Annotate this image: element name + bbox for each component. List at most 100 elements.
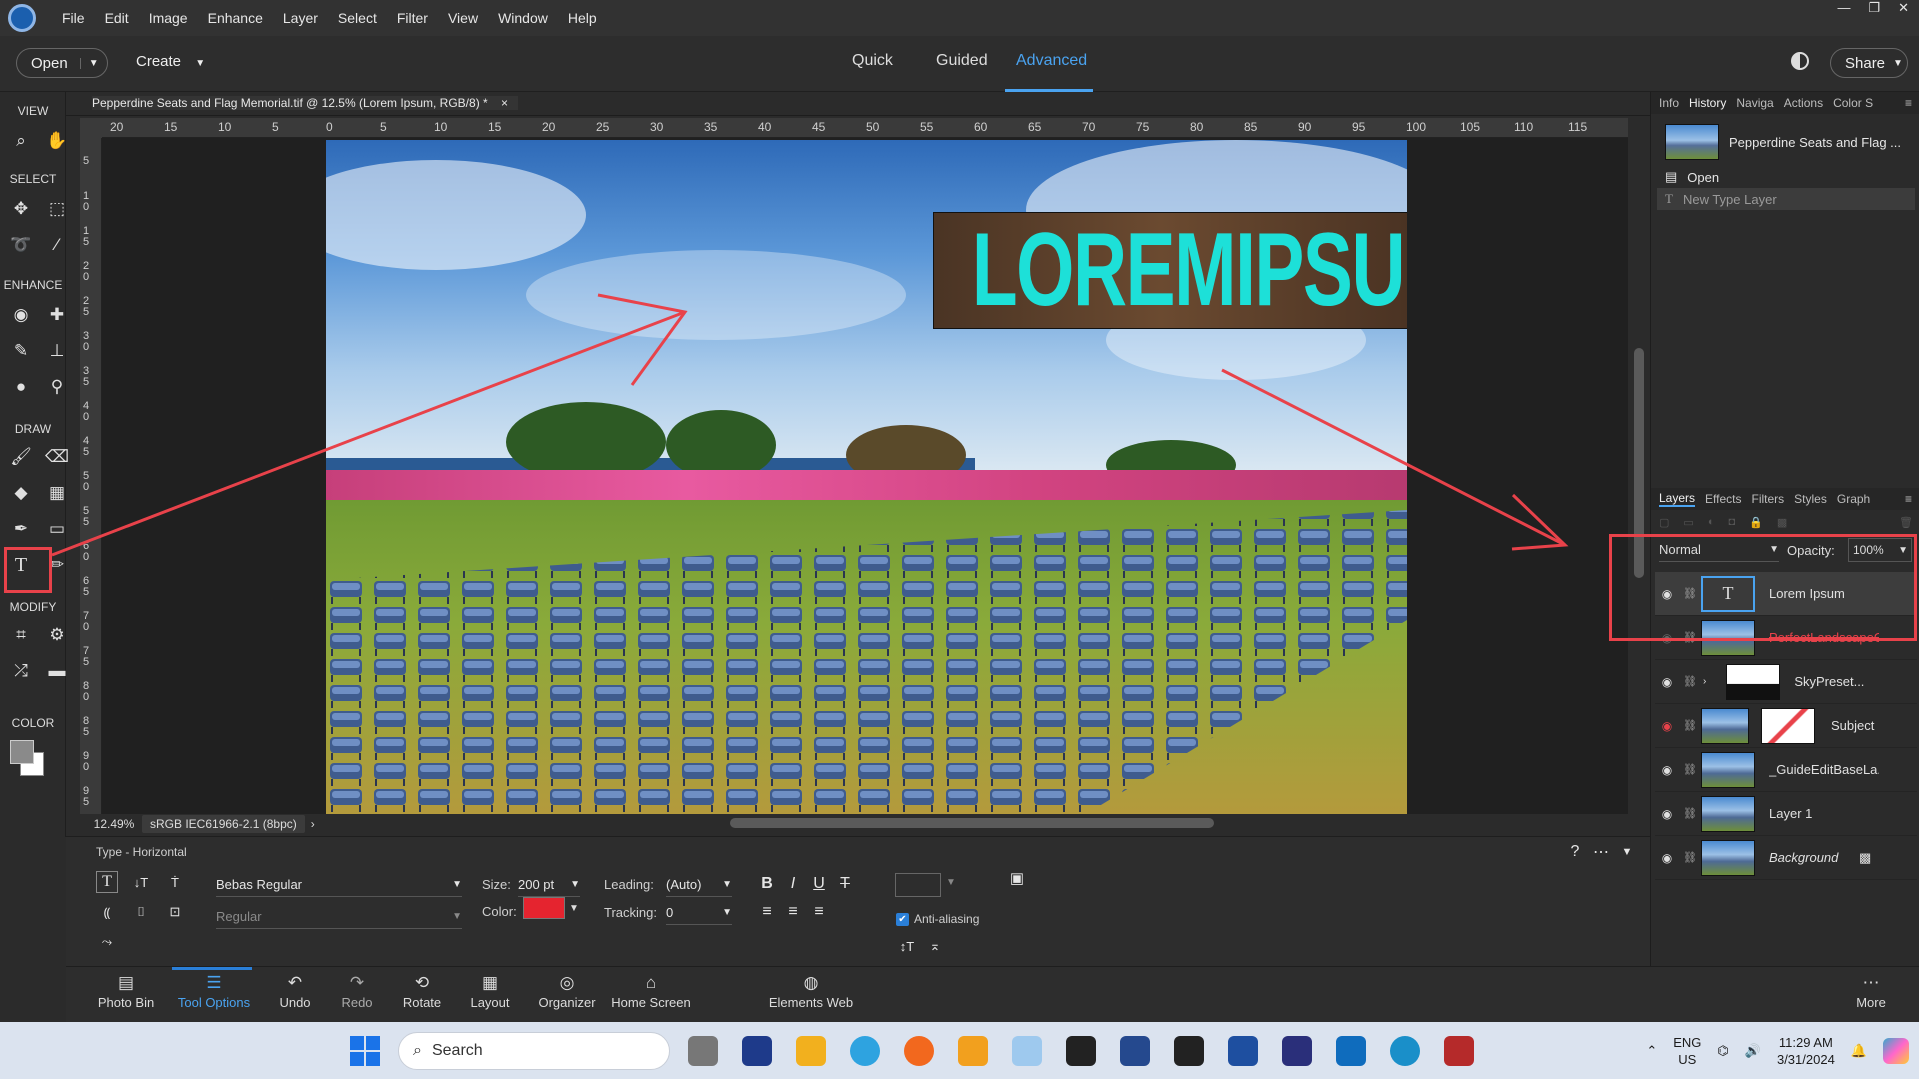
horizontal-type-icon[interactable]: T [96,871,118,893]
tab-effects[interactable]: Effects [1705,492,1741,506]
font-style-select[interactable]: Regular ▼ [216,905,462,929]
align-left-icon[interactable]: ≡ [756,901,778,923]
underline-icon[interactable]: U [808,873,830,895]
tab-history[interactable]: History [1689,96,1726,110]
home-screen-button[interactable]: ⌂ Home Screen [608,973,694,1010]
app-icon[interactable] [1282,1036,1312,1066]
lock-icon[interactable]: ▩ [1859,850,1871,866]
horizontal-scrollbar-thumb[interactable] [730,818,1214,828]
clock[interactable]: 11:29 AM 3/31/2024 [1777,1034,1835,1068]
text-on-path-icon[interactable]: ⤳ [96,931,118,953]
tool-options-button[interactable]: ☰ Tool Options [174,973,254,1010]
chevron-right-icon[interactable]: › [311,817,315,831]
tab-actions[interactable]: Actions [1784,96,1823,110]
tab-layers[interactable]: Layers [1659,491,1696,507]
type-mask-icon[interactable]: Ṫ [164,871,186,893]
anti-aliasing-checkbox[interactable]: ✔ [896,913,909,926]
style-preset-swatch[interactable] [895,873,941,897]
size-select[interactable]: 200 pt ▼ [518,873,580,897]
file-explorer-icon[interactable] [796,1036,826,1066]
leading-select[interactable]: (Auto) ▼ [666,873,732,897]
app-icon[interactable] [1174,1036,1204,1066]
panel-menu-icon[interactable]: ≡ [1905,96,1912,110]
text-on-shape-icon[interactable]: ⊡ [164,901,186,923]
copilot-icon[interactable] [1883,1037,1909,1064]
chevron-up-icon[interactable]: ⌃ [1646,1043,1657,1059]
layer-row[interactable]: ◉ ⛓ › SkyPreset... [1655,660,1917,704]
organizer-button[interactable]: ◎ Organizer [532,973,602,1010]
chevron-down-icon[interactable]: ▼ [569,903,579,914]
eye-icon[interactable]: ◉ [1655,851,1679,865]
new-group-icon[interactable]: ▭ [1683,516,1693,532]
history-state-open[interactable]: ▤ Open [1657,166,1915,188]
chevron-down-icon[interactable]: ▼ [946,877,956,888]
bold-icon[interactable]: B [756,873,778,895]
more-button[interactable]: ⋯ More [1848,973,1894,1010]
text-on-selection-icon[interactable]: ⌷ [130,901,152,923]
link-icon[interactable]: ⛓ [1679,807,1701,820]
link-icon[interactable]: ⛓ [1679,851,1701,864]
vertical-type-icon[interactable]: ↓T [130,871,152,893]
layer-row[interactable]: ◉ ⛓ Subject [1655,704,1917,748]
app-icon[interactable] [1444,1036,1474,1066]
layout-button[interactable]: ▦ Layout [460,973,520,1010]
app-icon[interactable] [1120,1036,1150,1066]
tab-info[interactable]: Info [1659,96,1679,110]
volume-icon[interactable]: 🔊 [1745,1043,1761,1059]
strikethrough-icon[interactable]: T [834,873,856,895]
tab-graphics[interactable]: Graph [1837,492,1870,506]
adjustment-layer-icon[interactable]: ◐ [1708,516,1715,532]
chevron-right-icon[interactable]: › [1703,676,1706,687]
text-color-swatch[interactable] [523,897,565,919]
eye-icon[interactable]: ◉ [1655,719,1679,733]
vertical-scrollbar[interactable] [1630,118,1648,814]
warp-text-icon[interactable]: ⌅ [924,935,946,957]
panel-menu-icon[interactable]: ≡ [1905,492,1912,506]
link-icon[interactable]: ⛓ [1679,763,1701,776]
align-center-icon[interactable]: ≡ [782,901,804,923]
vertical-mask-icon[interactable]: ⸨ [96,901,118,923]
layer-row[interactable]: ◉ ⛓ _GuideEditBaseLa... [1655,748,1917,792]
tracking-select[interactable]: 0 ▼ [666,901,732,925]
layer-row[interactable]: ◉ ⛓ Layer 1 [1655,792,1917,836]
redo-button[interactable]: ↷ Redo [332,973,382,1010]
history-snapshot[interactable]: Pepperdine Seats and Flag ... [1657,122,1915,162]
app-icon[interactable] [1390,1036,1420,1066]
trash-icon[interactable]: 🗑 [1899,516,1913,532]
telegram-icon[interactable] [850,1036,880,1066]
photoshop-elements-icon[interactable] [1228,1036,1258,1066]
tab-filters[interactable]: Filters [1752,492,1785,506]
new-layer-icon[interactable]: ▢ [1659,516,1669,532]
rotate-button[interactable]: ⟲ Rotate [392,973,452,1010]
layer-mask-icon[interactable]: ◘ [1728,516,1735,532]
lock-transparency-icon[interactable]: ▩ [1777,516,1787,532]
collapse-icon[interactable]: ▼ [1616,841,1638,863]
history-state-new-type-layer[interactable]: T New Type Layer [1657,188,1915,210]
language-indicator[interactable]: ENG US [1673,1034,1701,1068]
tab-color-swatches[interactable]: Color S [1833,96,1873,110]
layer-row[interactable]: ◉ ⛓ Background ▩ [1655,836,1917,880]
link-icon[interactable]: ⛓ [1679,675,1701,688]
windows-start-icon[interactable] [350,1036,380,1066]
firefox-icon[interactable] [904,1036,934,1066]
photo-bin-button[interactable]: ▤ Photo Bin [88,973,164,1010]
horizontal-scrollbar[interactable] [292,814,1630,832]
font-family-select[interactable]: Bebas Regular ▼ [216,873,462,897]
image-wrap-icon[interactable]: ▣ [1006,867,1028,889]
tab-navigator[interactable]: Naviga [1736,96,1773,110]
more-options-icon[interactable]: ⋯ [1590,841,1612,863]
outlook-icon[interactable] [1336,1036,1366,1066]
photo-app-icon[interactable] [1012,1036,1042,1066]
undo-button[interactable]: ↶ Undo [270,973,320,1010]
app-icon[interactable] [1066,1036,1096,1066]
tab-styles[interactable]: Styles [1794,492,1827,506]
align-right-icon[interactable]: ≡ [808,901,830,923]
lock-icon[interactable]: 🔒 [1749,516,1763,532]
task-view-icon[interactable] [688,1036,718,1066]
link-icon[interactable]: ⛓ [1679,719,1701,732]
notification-bell-icon[interactable]: 🔔 [1851,1043,1867,1059]
taskbar-search[interactable]: ⌕ Search [398,1032,670,1070]
network-icon[interactable]: ⌬ [1717,1043,1728,1059]
app-icon[interactable] [742,1036,772,1066]
eye-icon[interactable]: ◉ [1655,675,1679,689]
